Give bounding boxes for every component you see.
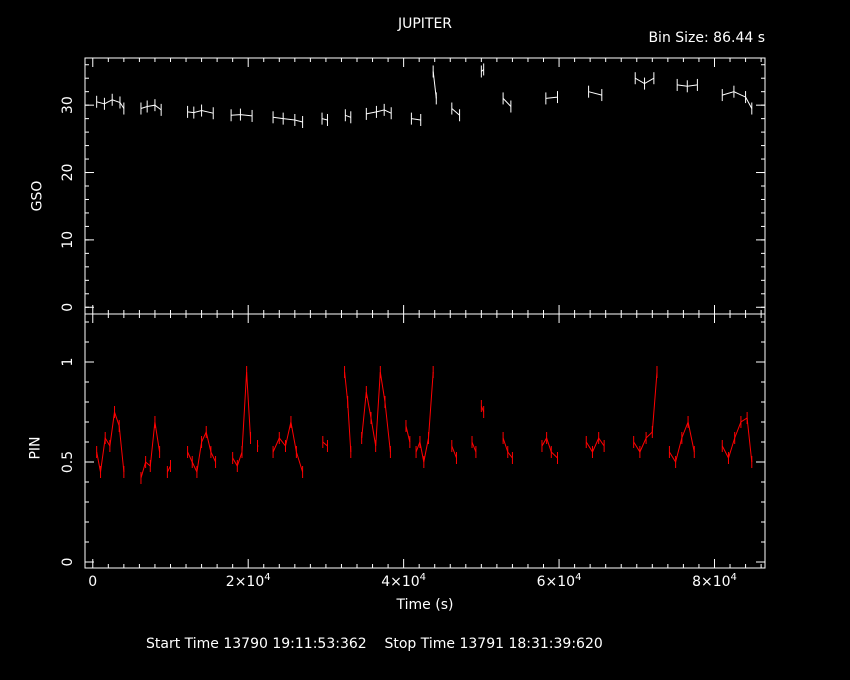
- series-segment: [722, 91, 753, 109]
- stop-time: Stop Time 13791 18:31:39:620: [384, 636, 603, 652]
- series-segment: [366, 109, 392, 115]
- x-tick-label: 0: [88, 574, 97, 590]
- series-segment: [231, 114, 253, 117]
- series-segment: [345, 114, 351, 118]
- series-segment: [322, 441, 328, 447]
- x-tick-label: 2×104: [226, 572, 271, 590]
- series-segment: [361, 371, 391, 453]
- series-segment: [451, 445, 457, 459]
- series-segment: [633, 371, 658, 454]
- time-range-footer: Start Time 13790 19:11:53:362 Stop Time …: [146, 636, 603, 652]
- series-segment: [471, 441, 477, 453]
- series-segment: [187, 109, 214, 114]
- series-segment: [405, 425, 411, 443]
- panel-frame: [84, 57, 766, 315]
- series-segment: [721, 417, 753, 463]
- y-tick-label: 0: [60, 558, 76, 567]
- bin-size-annotation: Bin Size: 86.44 s: [648, 30, 765, 46]
- series-segment: [451, 108, 460, 116]
- series-segment: [415, 371, 434, 463]
- start-time: Start Time 13790 19:11:53:362: [146, 636, 367, 652]
- series-segment: [232, 371, 251, 468]
- gso-axis-label: GSO: [29, 180, 46, 212]
- series-segment: [344, 371, 352, 453]
- series-segment: [321, 118, 328, 121]
- series-segment: [541, 436, 558, 459]
- series-segment: [273, 116, 303, 123]
- x-tick-label: 6×104: [537, 572, 582, 590]
- y-tick-label: 0.5: [60, 451, 76, 473]
- y-tick-label: 10: [60, 231, 76, 249]
- x-tick-label: 8×104: [692, 572, 737, 590]
- y-tick-label: 0: [60, 303, 76, 312]
- series-segment: [272, 421, 304, 473]
- y-tick-label: 20: [60, 164, 76, 182]
- y-tick-label: 30: [60, 96, 76, 114]
- x-axis-label: Time (s): [396, 597, 454, 613]
- lightcurve-plot: 010203000.510 2×104 4×104 6×104 8×104: [60, 57, 766, 590]
- series-segment: [545, 96, 558, 99]
- series-segment: [432, 71, 437, 99]
- series-segment: [140, 104, 162, 111]
- series-segment: [96, 411, 125, 473]
- series-segment: [502, 98, 512, 107]
- y-tick-label: 1: [60, 358, 76, 367]
- series-segment: [588, 91, 602, 96]
- pin-axis-label: PIN: [27, 436, 44, 460]
- series-segment: [411, 118, 421, 121]
- series-segment: [585, 436, 605, 454]
- panel-frame: [84, 313, 766, 569]
- x-tick-label: 4×104: [381, 572, 426, 590]
